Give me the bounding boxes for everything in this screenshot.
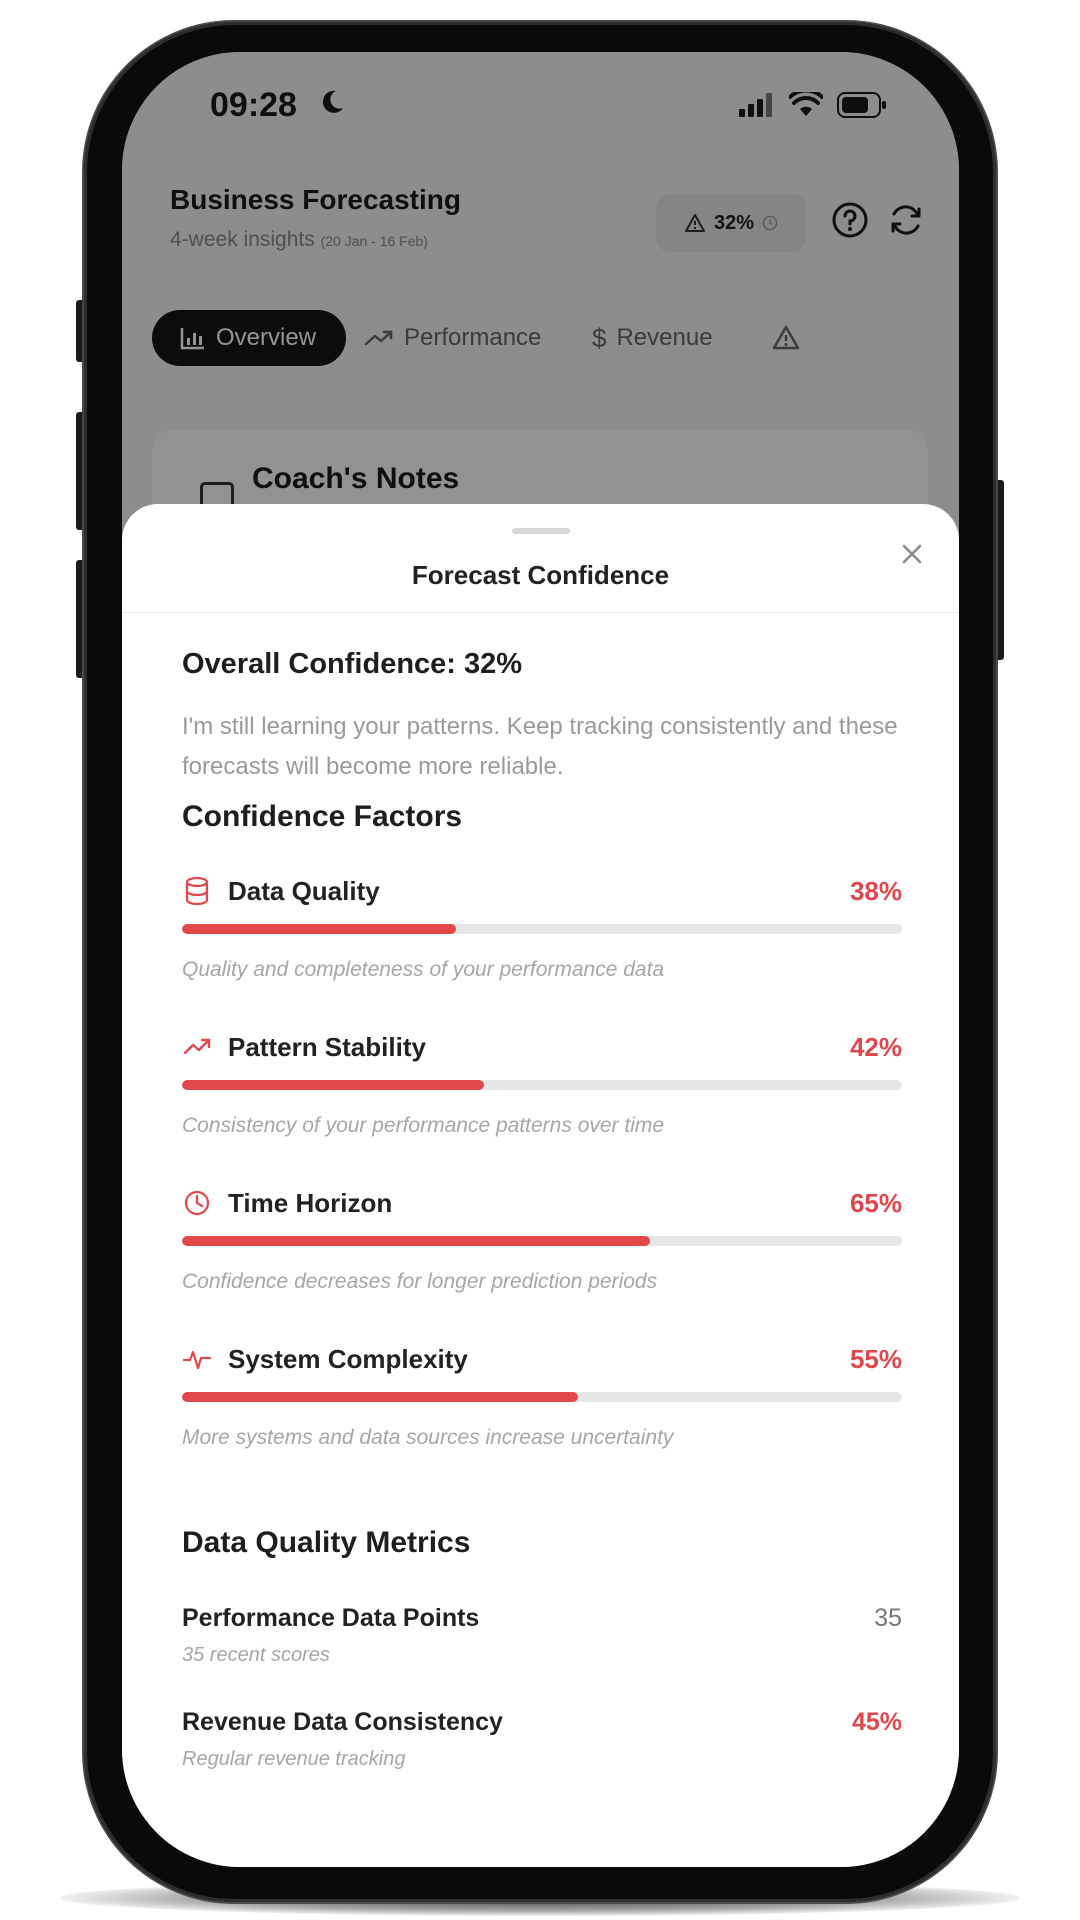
factor-progress-fill <box>182 1080 485 1090</box>
factor-progress-fill <box>182 1236 650 1246</box>
data-quality-metrics-heading: Data Quality Metrics <box>182 1526 471 1559</box>
factor-progress-track <box>182 924 902 934</box>
forecast-confidence-sheet: Forecast Confidence Overall Confidence: … <box>122 504 959 1867</box>
overall-section: Overall Confidence: 32% I'm still learni… <box>182 648 902 787</box>
factor-pattern-stability: Pattern Stability 42% Consistency of you… <box>182 1030 902 1180</box>
clock-icon <box>184 1190 210 1216</box>
factor-description: Quality and completeness of your perform… <box>182 958 665 981</box>
factor-progress-track <box>182 1392 902 1402</box>
confidence-factors-heading: Confidence Factors <box>182 800 463 833</box>
metric-label: Performance Data Points <box>182 1604 480 1632</box>
overall-confidence-heading: Overall Confidence: 32% <box>182 648 523 680</box>
factor-description: Consistency of your performance patterns… <box>182 1114 665 1137</box>
factor-label: Data Quality <box>228 876 380 906</box>
factor-description: More systems and data sources increase u… <box>182 1426 674 1449</box>
metric-label: Revenue Data Consistency <box>182 1708 503 1736</box>
factor-description: Confidence decreases for longer predicti… <box>182 1270 658 1293</box>
metric-subtext: 35 recent scores <box>182 1644 330 1666</box>
factor-percent: 55% <box>849 1344 902 1374</box>
factor-label: Pattern Stability <box>228 1032 426 1062</box>
sheet-divider <box>122 612 959 613</box>
factor-percent: 65% <box>849 1188 902 1218</box>
factor-progress-track <box>182 1236 902 1246</box>
factor-percent: 42% <box>849 1032 902 1062</box>
overall-confidence-description: I'm still learning your patterns. Keep t… <box>182 713 898 780</box>
trending-up-icon <box>183 1038 211 1055</box>
phone-screen: 09:28 Business Forecasting 4-week insigh… <box>122 52 959 1867</box>
metric-value: 35 <box>874 1604 902 1632</box>
factor-data-quality: Data Quality 38% Quality and completenes… <box>182 874 902 1024</box>
activity-icon <box>182 1350 212 1370</box>
metric-value: 45% <box>851 1708 902 1736</box>
close-icon[interactable] <box>892 534 932 574</box>
metric-revenue-data-consistency: Revenue Data Consistency 45% Regular rev… <box>182 1708 902 1788</box>
factor-label: Time Horizon <box>228 1188 393 1218</box>
device-stage: 09:28 Business Forecasting 4-week insigh… <box>0 0 1080 1920</box>
sheet-title: Forecast Confidence <box>411 560 670 590</box>
factor-time-horizon: Time Horizon 65% Confidence decreases fo… <box>182 1186 902 1336</box>
factor-progress-fill <box>182 924 456 934</box>
factor-label: System Complexity <box>228 1344 468 1374</box>
metric-subtext: Regular revenue tracking <box>182 1748 406 1770</box>
factor-percent: 38% <box>849 876 902 906</box>
sheet-drag-handle[interactable] <box>512 528 570 534</box>
factor-system-complexity: System Complexity 55% More systems and d… <box>182 1342 902 1492</box>
factor-progress-track <box>182 1080 902 1090</box>
factor-progress-fill <box>182 1392 578 1402</box>
database-icon <box>185 876 209 906</box>
metric-performance-data-points: Performance Data Points 35 35 recent sco… <box>182 1604 902 1684</box>
